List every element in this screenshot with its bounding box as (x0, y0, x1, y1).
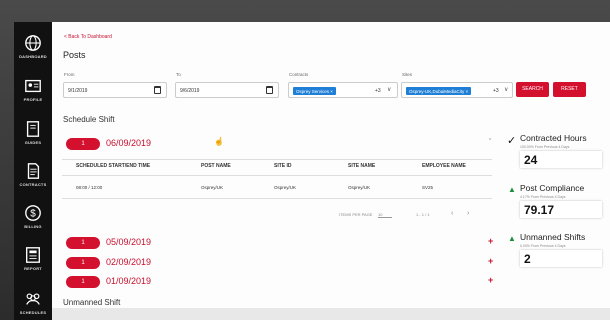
calendar-icon[interactable] (154, 86, 161, 94)
document-icon (27, 163, 40, 179)
contracts-label: Contracts (289, 72, 309, 77)
svg-text:$: $ (30, 209, 36, 220)
site-tag[interactable]: Osprey-UK,DubaiMediaCity × (406, 87, 472, 95)
sidebar-item-label: CONTRACTS (19, 182, 47, 187)
globe-icon (25, 35, 41, 51)
sidebar-item-label: SCHEDULES (19, 310, 47, 315)
calendar-icon[interactable] (266, 86, 273, 94)
sidebar-item-label: PROFILE (23, 97, 43, 102)
expand-plus-icon[interactable]: + (488, 275, 493, 285)
check-icon: ✓ (507, 135, 517, 147)
chevron-down-icon[interactable]: ∨ (504, 86, 508, 93)
kpi-value: 79.17 (520, 201, 602, 218)
sidebar: DASHBOARD PROFILE GUIDES CONTRACTS $ BIL… (14, 22, 52, 320)
reset-button[interactable]: RESET (553, 82, 586, 97)
from-date-input[interactable]: 9/1/2019 (63, 82, 167, 98)
table-cell: Osprey/UK (348, 185, 371, 190)
kpi-subtitle: 100.00% From Previous 4 Days (520, 145, 570, 149)
expand-plus-icon[interactable]: + (488, 256, 493, 266)
table-cell: 08:00 / 12:00 (76, 185, 103, 190)
kpi-title: Contracted Hours (520, 133, 587, 143)
up-triangle-icon: ▲ (508, 185, 516, 194)
next-page-icon[interactable]: › (467, 210, 469, 217)
sidebar-item-label: BILLING (24, 224, 42, 229)
sidebar-item-report[interactable]: REPORT (14, 246, 52, 271)
group-count-badge[interactable]: 1 (66, 257, 100, 269)
page-title: Posts (63, 50, 86, 60)
cursor-hand-icon: ☝ (214, 137, 224, 146)
sidebar-item-label: REPORT (24, 266, 42, 271)
sites-select[interactable]: Osprey-UK,DubaiMediaCity × +3 ∨ (401, 82, 513, 98)
main-content: < Back To Dashboard Posts From 9/1/2019 … (52, 22, 610, 320)
report-icon (26, 247, 40, 263)
divider (62, 175, 492, 176)
sites-label: Sites (402, 72, 413, 77)
kpi-value: 24 (520, 151, 602, 168)
sites-more-count: +3 (493, 88, 499, 94)
dollar-icon: $ (25, 205, 41, 221)
kpi-value: 2 (520, 250, 602, 267)
group-count-badge[interactable]: 1 (66, 138, 100, 150)
table-cell: Osprey/UK (274, 185, 297, 190)
column-header: SITE NAME (348, 163, 376, 169)
kpi-subtitle: 0.00% From Previous 4 Days (520, 244, 566, 248)
sidebar-item-profile[interactable]: PROFILE (14, 77, 52, 102)
to-date-value: 9/6/2019 (180, 88, 200, 94)
group-date[interactable]: 05/09/2019 (106, 237, 151, 247)
pagination-range: 1 - 1 / 1 (416, 212, 430, 217)
contracts-select[interactable]: Osprey Services × +3 ∨ (288, 82, 398, 98)
chevron-down-icon[interactable]: ∨ (387, 86, 391, 93)
table-cell: Osprey/UK (201, 185, 224, 190)
group-count-badge[interactable]: 1 (66, 237, 100, 249)
from-label: From (64, 72, 75, 77)
search-button[interactable]: SEARCH (516, 82, 549, 97)
sidebar-item-guides[interactable]: GUIDES (14, 120, 52, 145)
id-card-icon (25, 79, 41, 93)
kpi-subtitle: 4.17% From Previous 4 Days (520, 195, 566, 199)
to-date-input[interactable]: 9/6/2019 (175, 82, 279, 98)
group-date[interactable]: 01/09/2019 (106, 276, 151, 286)
sidebar-item-billing[interactable]: $ BILLING (14, 204, 52, 229)
contracts-more-count: +3 (375, 88, 381, 94)
from-date-value: 9/1/2019 (68, 88, 88, 94)
divider (62, 159, 492, 160)
to-label: To (176, 72, 181, 77)
divider (62, 198, 492, 199)
prev-page-icon[interactable]: ‹ (451, 210, 453, 217)
sidebar-item-label: GUIDES (24, 140, 42, 145)
group-date[interactable]: 02/09/2019 (106, 257, 151, 267)
column-header: SITE ID (274, 163, 292, 169)
collapse-icon[interactable]: ˇ (489, 139, 491, 146)
sidebar-item-contracts[interactable]: CONTRACTS (14, 162, 52, 187)
up-triangle-icon: ▲ (508, 234, 516, 243)
contract-tag[interactable]: Osprey Services × (293, 87, 336, 95)
kpi-title: Unmanned Shifts (520, 232, 586, 242)
column-header: POST NAME (201, 163, 231, 169)
expand-plus-icon[interactable]: + (488, 236, 493, 246)
sidebar-item-label: DASHBOARD (19, 54, 47, 59)
bottom-strip (52, 308, 610, 320)
column-header: EMPLOYEE NAME (422, 163, 466, 169)
items-per-page-label: ITEMS PER PAGE (339, 212, 373, 217)
back-to-dashboard-link[interactable]: < Back To Dashboard (64, 34, 112, 40)
group-count-badge[interactable]: 1 (66, 276, 100, 288)
column-header: SCHEDULED START/END TIME (76, 163, 151, 169)
schedule-shift-title: Schedule Shift (63, 115, 115, 124)
sidebar-item-schedules[interactable]: SCHEDULES (14, 290, 52, 315)
kpi-title: Post Compliance (520, 183, 585, 193)
people-icon (26, 293, 40, 305)
unmanned-shift-title: Unmanned Shift (63, 298, 121, 307)
site-tag-label: Osprey-UK,DubaiMediaCity (409, 88, 465, 94)
items-per-page-select[interactable]: 10 (378, 212, 392, 218)
contract-tag-label: Osprey Services (296, 88, 330, 94)
group-date[interactable]: 06/09/2019 (106, 138, 151, 148)
sidebar-item-dashboard[interactable]: DASHBOARD (14, 34, 52, 59)
book-icon (26, 121, 40, 137)
table-cell: SV25 (422, 185, 434, 190)
